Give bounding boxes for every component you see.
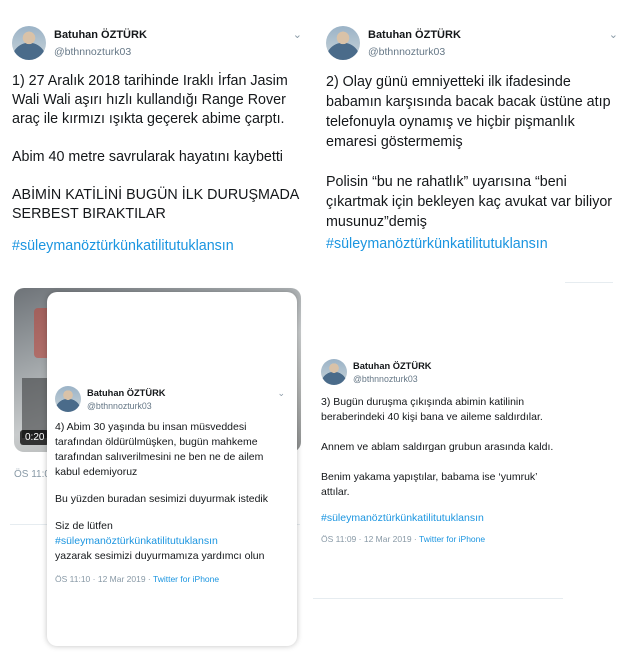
author-name[interactable]: Batuhan ÖZTÜRK <box>368 29 461 41</box>
chevron-down-icon[interactable]: ⌄ <box>293 28 302 41</box>
author-handle[interactable]: @bthnnozturk03 <box>54 46 131 58</box>
author-handle[interactable]: @bthnnozturk03 <box>87 401 152 411</box>
divider <box>565 282 613 283</box>
hashtag-link[interactable]: #süleymanöztürkünkatilitutuklansın <box>326 236 618 252</box>
tweet-text: 4) Abim 30 yaşında bu insan müsveddesi t… <box>55 421 264 478</box>
chevron-down-icon[interactable]: ⌄ <box>609 28 618 41</box>
hashtag-link[interactable]: #süleymanöztürkünkatilitutuklansın <box>321 512 561 524</box>
tweet-timestamp: ÖS 11:09 · 12 Mar 2019 · Twitter for iPh… <box>321 534 561 544</box>
tweet-card-1[interactable]: Batuhan ÖZTÜRK @bthnnozturk03 ⌄ 1) 27 Ar… <box>12 26 302 254</box>
tweet-text: Bu yüzden buradan sesimizi duyurmak iste… <box>55 493 269 505</box>
avatar[interactable] <box>12 26 46 60</box>
author-name[interactable]: Batuhan ÖZTÜRK <box>353 361 432 371</box>
video-duration-badge: 0:20 <box>20 430 50 445</box>
tweet-timestamp: ÖS 11:10 · 12 Mar 2019 · Twitter for iPh… <box>55 574 285 584</box>
tweet-header: Batuhan ÖZTÜRK @bthnnozturk03 ⌄ <box>55 386 285 420</box>
author-handle[interactable]: @bthnnozturk03 <box>368 46 445 58</box>
chevron-down-icon[interactable]: ⌄ <box>277 388 285 399</box>
tweet-time[interactable]: ÖS 11:09 · 12 Mar 2019 · <box>321 534 419 544</box>
tweet-time-partial: ÖS 11:0 <box>14 469 50 480</box>
hashtag-link[interactable]: #süleymanöztürkünkatilitutuklansın <box>12 238 302 254</box>
author-name[interactable]: Batuhan ÖZTÜRK <box>54 29 147 41</box>
tweet-header: Batuhan ÖZTÜRK @bthnnozturk03 ⌄ <box>12 26 302 66</box>
tweet-card-3[interactable]: Batuhan ÖZTÜRK @bthnnozturk03 3) Bugün d… <box>321 359 561 544</box>
author-handle[interactable]: @bthnnozturk03 <box>353 374 418 384</box>
tweet-text: 2) Olay günü emniyetteki ilk ifadesinde … <box>326 74 613 230</box>
avatar[interactable] <box>326 26 360 60</box>
tweet-text: 1) 27 Aralık 2018 tarihinde Iraklı İrfan… <box>12 73 299 222</box>
hashtag-link[interactable]: #süleymanöztürkünkatilitutuklansın <box>55 534 285 549</box>
author-name[interactable]: Batuhan ÖZTÜRK <box>87 388 166 398</box>
divider <box>313 598 563 599</box>
tweet-time[interactable]: ÖS 11:10 · 12 Mar 2019 · <box>55 574 153 584</box>
avatar[interactable] <box>321 359 347 385</box>
tweet-header: Batuhan ÖZTÜRK @bthnnozturk03 <box>321 359 561 395</box>
tweet-card-4[interactable]: Batuhan ÖZTÜRK @bthnnozturk03 ⌄ 4) Abim … <box>47 292 297 646</box>
tweet-text: 3) Bugün duruşma çıkışında abimin katili… <box>321 396 554 498</box>
tweet-text: Siz de lütfen <box>55 520 113 532</box>
tweet-source-link[interactable]: Twitter for iPhone <box>153 574 219 584</box>
avatar[interactable] <box>55 386 81 412</box>
tweet-text: yazarak sesimizi duyurmamıza yardımcı ol… <box>55 550 265 562</box>
tweet-source-link[interactable]: Twitter for iPhone <box>419 534 485 544</box>
tweet-header: Batuhan ÖZTÜRK @bthnnozturk03 ⌄ <box>326 26 618 66</box>
tweet-card-2[interactable]: Batuhan ÖZTÜRK @bthnnozturk03 ⌄ 2) Olay … <box>326 26 618 252</box>
